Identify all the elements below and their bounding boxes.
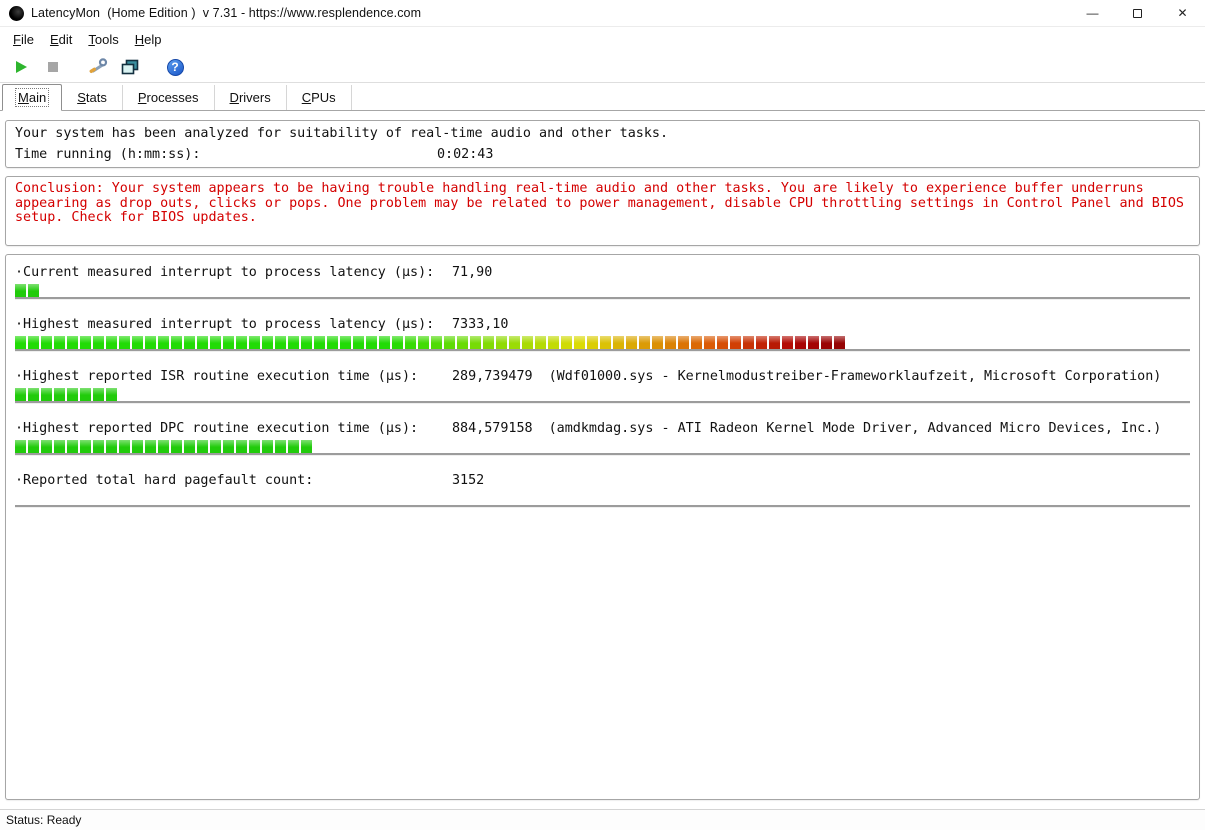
- copy-report-button[interactable]: [117, 55, 143, 79]
- bar-segments: [15, 388, 117, 401]
- latency-bar: [15, 440, 1190, 455]
- time-running-value: 0:02:43: [437, 147, 493, 162]
- close-button[interactable]: ✕: [1160, 0, 1205, 26]
- copy-pages-icon: [121, 59, 139, 76]
- minimize-button[interactable]: —: [1070, 0, 1115, 26]
- status-bar: Status: Ready: [0, 809, 1205, 830]
- bar-segments: [15, 284, 39, 297]
- metrics-panel: ·Current measured interrupt to process l…: [5, 254, 1200, 800]
- metric-dpc-time: ·Highest reported DPC routine execution …: [15, 420, 1190, 455]
- tab-stats-label: Stats: [75, 89, 109, 106]
- help-button[interactable]: ?: [162, 55, 188, 79]
- bar-segments: [15, 440, 312, 453]
- conclusion-panel: Conclusion: Your system appears to be ha…: [5, 176, 1200, 246]
- menu-bar: File Edit Tools Help: [0, 27, 1205, 52]
- latency-bar: [15, 284, 1190, 299]
- latency-bar: [15, 492, 1190, 507]
- metric-label: ·Highest measured interrupt to process l…: [15, 316, 452, 333]
- bar-baseline: [15, 505, 1190, 507]
- window-title: LatencyMon (Home Edition ) v 7.31 - http…: [31, 6, 421, 20]
- play-icon: [13, 59, 29, 75]
- help-icon: ?: [167, 59, 184, 76]
- maximize-icon: [1133, 9, 1142, 18]
- metric-value: 71,90: [452, 265, 492, 280]
- metric-highest-latency: ·Highest measured interrupt to process l…: [15, 316, 1190, 351]
- bar-baseline: [15, 297, 1190, 299]
- content-area: Your system has been analyzed for suitab…: [0, 111, 1205, 800]
- titlebar: LatencyMon (Home Edition ) v 7.31 - http…: [0, 0, 1205, 27]
- tab-cpus[interactable]: CPUs: [287, 85, 352, 110]
- menu-file[interactable]: File: [5, 29, 42, 50]
- menu-help[interactable]: Help: [127, 29, 170, 50]
- metric-value: 3152: [452, 473, 484, 488]
- tab-processes-label: Processes: [136, 89, 201, 106]
- start-monitor-button[interactable]: [8, 55, 34, 79]
- bar-baseline: [15, 349, 1190, 351]
- metric-value: 289,739479: [452, 369, 533, 384]
- metric-driver-detail: (amdkmdag.sys - ATI Radeon Kernel Mode D…: [549, 421, 1162, 436]
- conclusion-text: Conclusion: Your system appears to be ha…: [15, 182, 1190, 226]
- metric-current-latency: ·Current measured interrupt to process l…: [15, 264, 1190, 299]
- bar-baseline: [15, 401, 1190, 403]
- stop-icon: [45, 59, 61, 75]
- metric-value: 7333,10: [452, 317, 508, 332]
- app-icon: [9, 6, 24, 21]
- menu-tools[interactable]: Tools: [80, 29, 126, 50]
- analysis-panel: Your system has been analyzed for suitab…: [5, 120, 1200, 168]
- window-controls: — ✕: [1070, 0, 1205, 26]
- metric-label: ·Highest reported ISR routine execution …: [15, 368, 452, 385]
- tab-stats[interactable]: Stats: [62, 85, 123, 110]
- status-text: Status: Ready: [6, 813, 81, 827]
- tools-icon: [88, 58, 108, 76]
- metric-driver-detail: (Wdf01000.sys - Kernelmodustreiber-Frame…: [549, 369, 1162, 384]
- metric-value: 884,579158: [452, 421, 533, 436]
- stop-monitor-button[interactable]: [40, 55, 66, 79]
- tab-cpus-label: CPUs: [300, 89, 338, 106]
- tab-bar: Main Stats Processes Drivers CPUs: [0, 83, 1205, 111]
- analysis-headline: Your system has been analyzed for suitab…: [15, 123, 1190, 144]
- tab-main-label: Main: [16, 89, 48, 106]
- tab-drivers[interactable]: Drivers: [215, 85, 287, 110]
- bar-baseline: [15, 453, 1190, 455]
- metric-label: ·Highest reported DPC routine execution …: [15, 420, 452, 437]
- bar-segments: [15, 336, 845, 349]
- metric-pagefault-count: ·Reported total hard pagefault count:315…: [15, 472, 1190, 507]
- options-tools-button[interactable]: [85, 55, 111, 79]
- latency-bar: [15, 388, 1190, 403]
- metric-label: ·Reported total hard pagefault count:: [15, 472, 452, 489]
- tab-processes[interactable]: Processes: [123, 85, 215, 110]
- metric-isr-time: ·Highest reported ISR routine execution …: [15, 368, 1190, 403]
- time-running-row: Time running (h:mm:ss):0:02:43: [15, 144, 1190, 165]
- latency-bar: [15, 336, 1190, 351]
- time-running-label: Time running (h:mm:ss):: [15, 144, 437, 165]
- metric-label: ·Current measured interrupt to process l…: [15, 264, 452, 281]
- maximize-button[interactable]: [1115, 0, 1160, 26]
- tab-main[interactable]: Main: [2, 84, 62, 111]
- tab-drivers-label: Drivers: [228, 89, 273, 106]
- menu-edit[interactable]: Edit: [42, 29, 80, 50]
- toolbar: ?: [0, 52, 1205, 83]
